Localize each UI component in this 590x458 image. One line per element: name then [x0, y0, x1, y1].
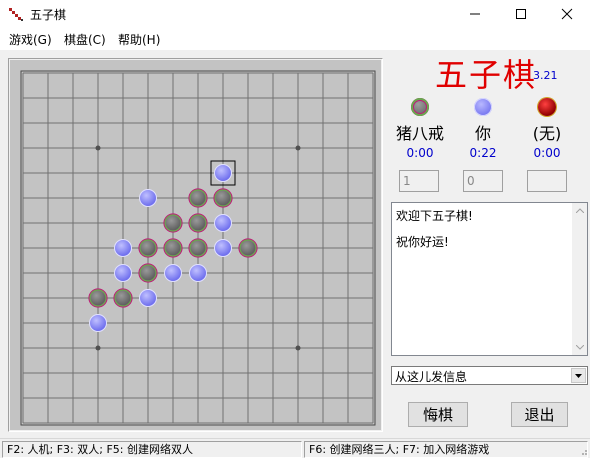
send-message-input[interactable]: 从这儿发信息 — [395, 368, 467, 385]
version-label: 3.21 — [533, 69, 558, 82]
message-log[interactable]: 欢迎下五子棋! 祝你好运! — [391, 202, 588, 356]
gray-stone — [239, 239, 257, 257]
game-title: 五子棋 — [435, 56, 538, 94]
undo-button[interactable]: 悔棋 — [408, 402, 468, 427]
maximize-button[interactable] — [498, 0, 544, 28]
blue-stone — [164, 264, 182, 282]
gray-stone — [114, 289, 132, 307]
menu-bar: 游戏(G) 棋盘(C) 帮助(H) — [0, 28, 590, 50]
game-board[interactable] — [10, 60, 381, 430]
chevron-down-icon — [575, 345, 584, 350]
count-field-3[interactable] — [527, 170, 567, 192]
red-piece-icon — [538, 98, 556, 116]
client-area: 五子棋 3.21 猪八戒 0:00 你 0:22 (无) 0:00 1 0 欢迎… — [0, 50, 590, 438]
status-right: F6: 创建网络三人; F7: 加入网络游戏 — [304, 441, 588, 458]
gray-stone — [139, 264, 157, 282]
minimize-icon — [470, 13, 480, 15]
gray-stone — [189, 189, 207, 207]
gray-stone — [189, 214, 207, 232]
player-name: 你 — [474, 124, 491, 143]
message-line: 欢迎下五子棋! — [396, 209, 473, 223]
gray-stone — [214, 189, 232, 207]
menu-help[interactable]: 帮助(H) — [118, 31, 160, 48]
status-bar: F2: 人机; F3: 双人; F5: 创建网络双人 F6: 创建网络三人; F… — [0, 438, 590, 458]
count-field-1[interactable]: 1 — [399, 170, 439, 192]
star-point — [95, 145, 101, 151]
window-title: 五子棋 — [30, 8, 67, 22]
green-ring-piece-icon — [411, 98, 429, 116]
gray-stone — [139, 239, 157, 257]
blue-stone — [214, 164, 232, 182]
chevron-up-icon — [575, 208, 584, 213]
minimize-button[interactable] — [452, 0, 498, 28]
player-name: 猪八戒 — [395, 124, 444, 143]
message-line: 祝你好运! — [396, 235, 449, 249]
board-grid[interactable] — [10, 60, 381, 430]
board-frame — [8, 58, 383, 432]
scroll-up-button[interactable] — [572, 203, 587, 218]
player-time: 0:00 — [533, 146, 561, 160]
blue-stone — [214, 239, 232, 257]
count-field-2[interactable]: 0 — [463, 170, 503, 192]
close-icon — [561, 8, 573, 20]
star-point — [295, 145, 301, 151]
player-name: (无) — [532, 124, 562, 143]
star-point — [295, 345, 301, 351]
player-none: (无) 0:00 — [512, 98, 582, 160]
gray-stone — [164, 239, 182, 257]
player-time: 0:00 — [406, 146, 434, 160]
message-scrollbar[interactable] — [572, 203, 587, 355]
player-time: 0:22 — [469, 146, 497, 160]
title-bar: 五子棋 — [0, 0, 590, 28]
gray-stone — [164, 214, 182, 232]
blue-stone — [114, 239, 132, 257]
dropdown-button[interactable] — [571, 368, 586, 383]
blue-stone — [214, 214, 232, 232]
gray-stone — [189, 239, 207, 257]
send-message-combo[interactable]: 从这儿发信息 — [391, 366, 588, 385]
status-left: F2: 人机; F3: 双人; F5: 创建网络双人 — [2, 441, 302, 458]
player-computer: 猪八戒 0:00 — [385, 98, 455, 160]
blue-stone — [114, 264, 132, 282]
gray-stone — [89, 289, 107, 307]
player-you: 你 0:22 — [448, 98, 518, 160]
dropdown-arrow-icon — [575, 373, 582, 378]
blue-stone — [139, 289, 157, 307]
blue-stone — [89, 314, 107, 332]
exit-button[interactable]: 退出 — [511, 402, 568, 427]
blue-stone — [139, 189, 157, 207]
blue-stone — [189, 264, 207, 282]
menu-game[interactable]: 游戏(G) — [9, 31, 52, 48]
gomoku-app-icon — [9, 8, 23, 21]
close-button[interactable] — [544, 0, 590, 28]
blue-piece-icon — [474, 98, 492, 116]
resize-grip-icon[interactable] — [578, 446, 588, 456]
star-point — [95, 345, 101, 351]
menu-board[interactable]: 棋盘(C) — [64, 31, 106, 48]
maximize-icon — [516, 9, 526, 19]
scroll-down-button[interactable] — [572, 340, 587, 355]
